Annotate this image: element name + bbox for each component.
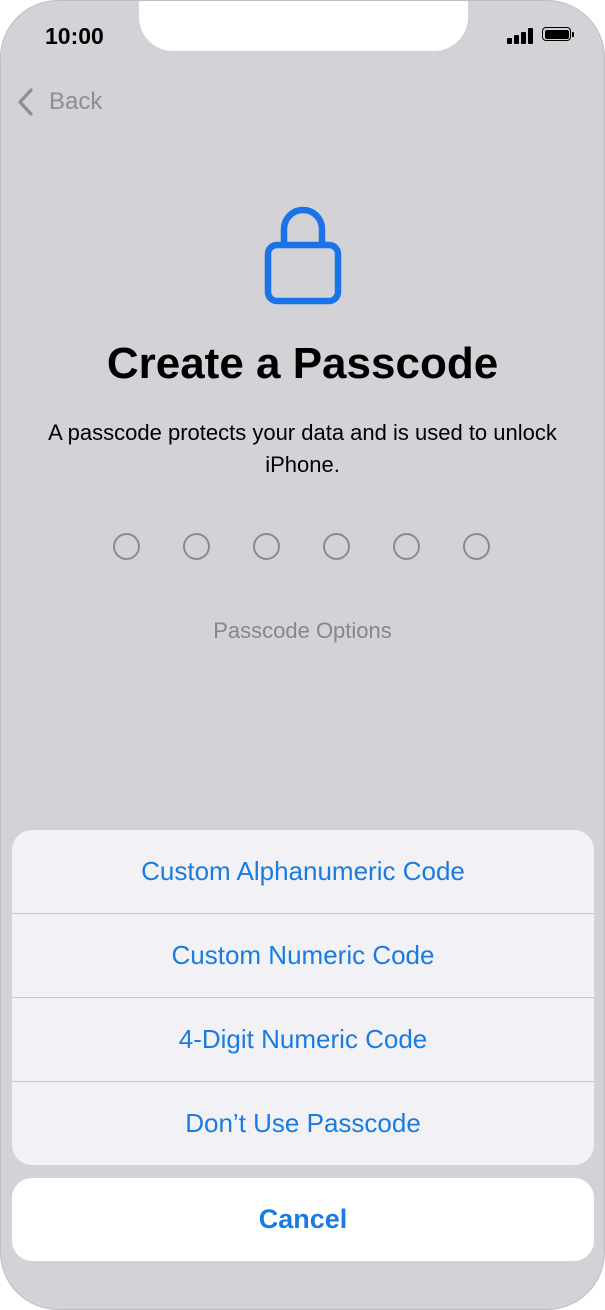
- chevron-left-icon: [18, 88, 33, 116]
- page-subtitle: A passcode protects your data and is use…: [48, 420, 557, 477]
- passcode-dot: [253, 533, 280, 560]
- passcode-options-sheet: Custom Alphanumeric Code Custom Numeric …: [12, 830, 594, 1165]
- passcode-dot: [183, 533, 210, 560]
- lock-icon: [264, 206, 342, 305]
- back-button[interactable]: Back: [15, 85, 102, 119]
- dont-use-passcode-option[interactable]: Don’t Use Passcode: [12, 1082, 594, 1165]
- back-label: Back: [49, 88, 103, 115]
- passcode-dot: [323, 533, 350, 560]
- custom-numeric-code-option[interactable]: Custom Numeric Code: [12, 914, 594, 997]
- battery-icon: [542, 27, 575, 43]
- passcode-dot: [463, 533, 490, 560]
- cellular-signal-icon: [507, 28, 535, 44]
- passcode-dot: [393, 533, 420, 560]
- cancel-button[interactable]: Cancel: [12, 1178, 594, 1261]
- passcode-dot: [113, 533, 140, 560]
- custom-alphanumeric-code-option[interactable]: Custom Alphanumeric Code: [12, 830, 594, 913]
- status-time: 10:00: [45, 23, 104, 49]
- phone-screen: 10:00 Back Create a Passcode A passcode …: [0, 0, 605, 1310]
- device-notch: [139, 1, 468, 51]
- passcode-options-link[interactable]: Passcode Options: [1, 618, 604, 644]
- four-digit-numeric-code-option[interactable]: 4-Digit Numeric Code: [12, 998, 594, 1081]
- passcode-dots: [113, 533, 493, 561]
- page-title: Create a Passcode: [106, 339, 499, 388]
